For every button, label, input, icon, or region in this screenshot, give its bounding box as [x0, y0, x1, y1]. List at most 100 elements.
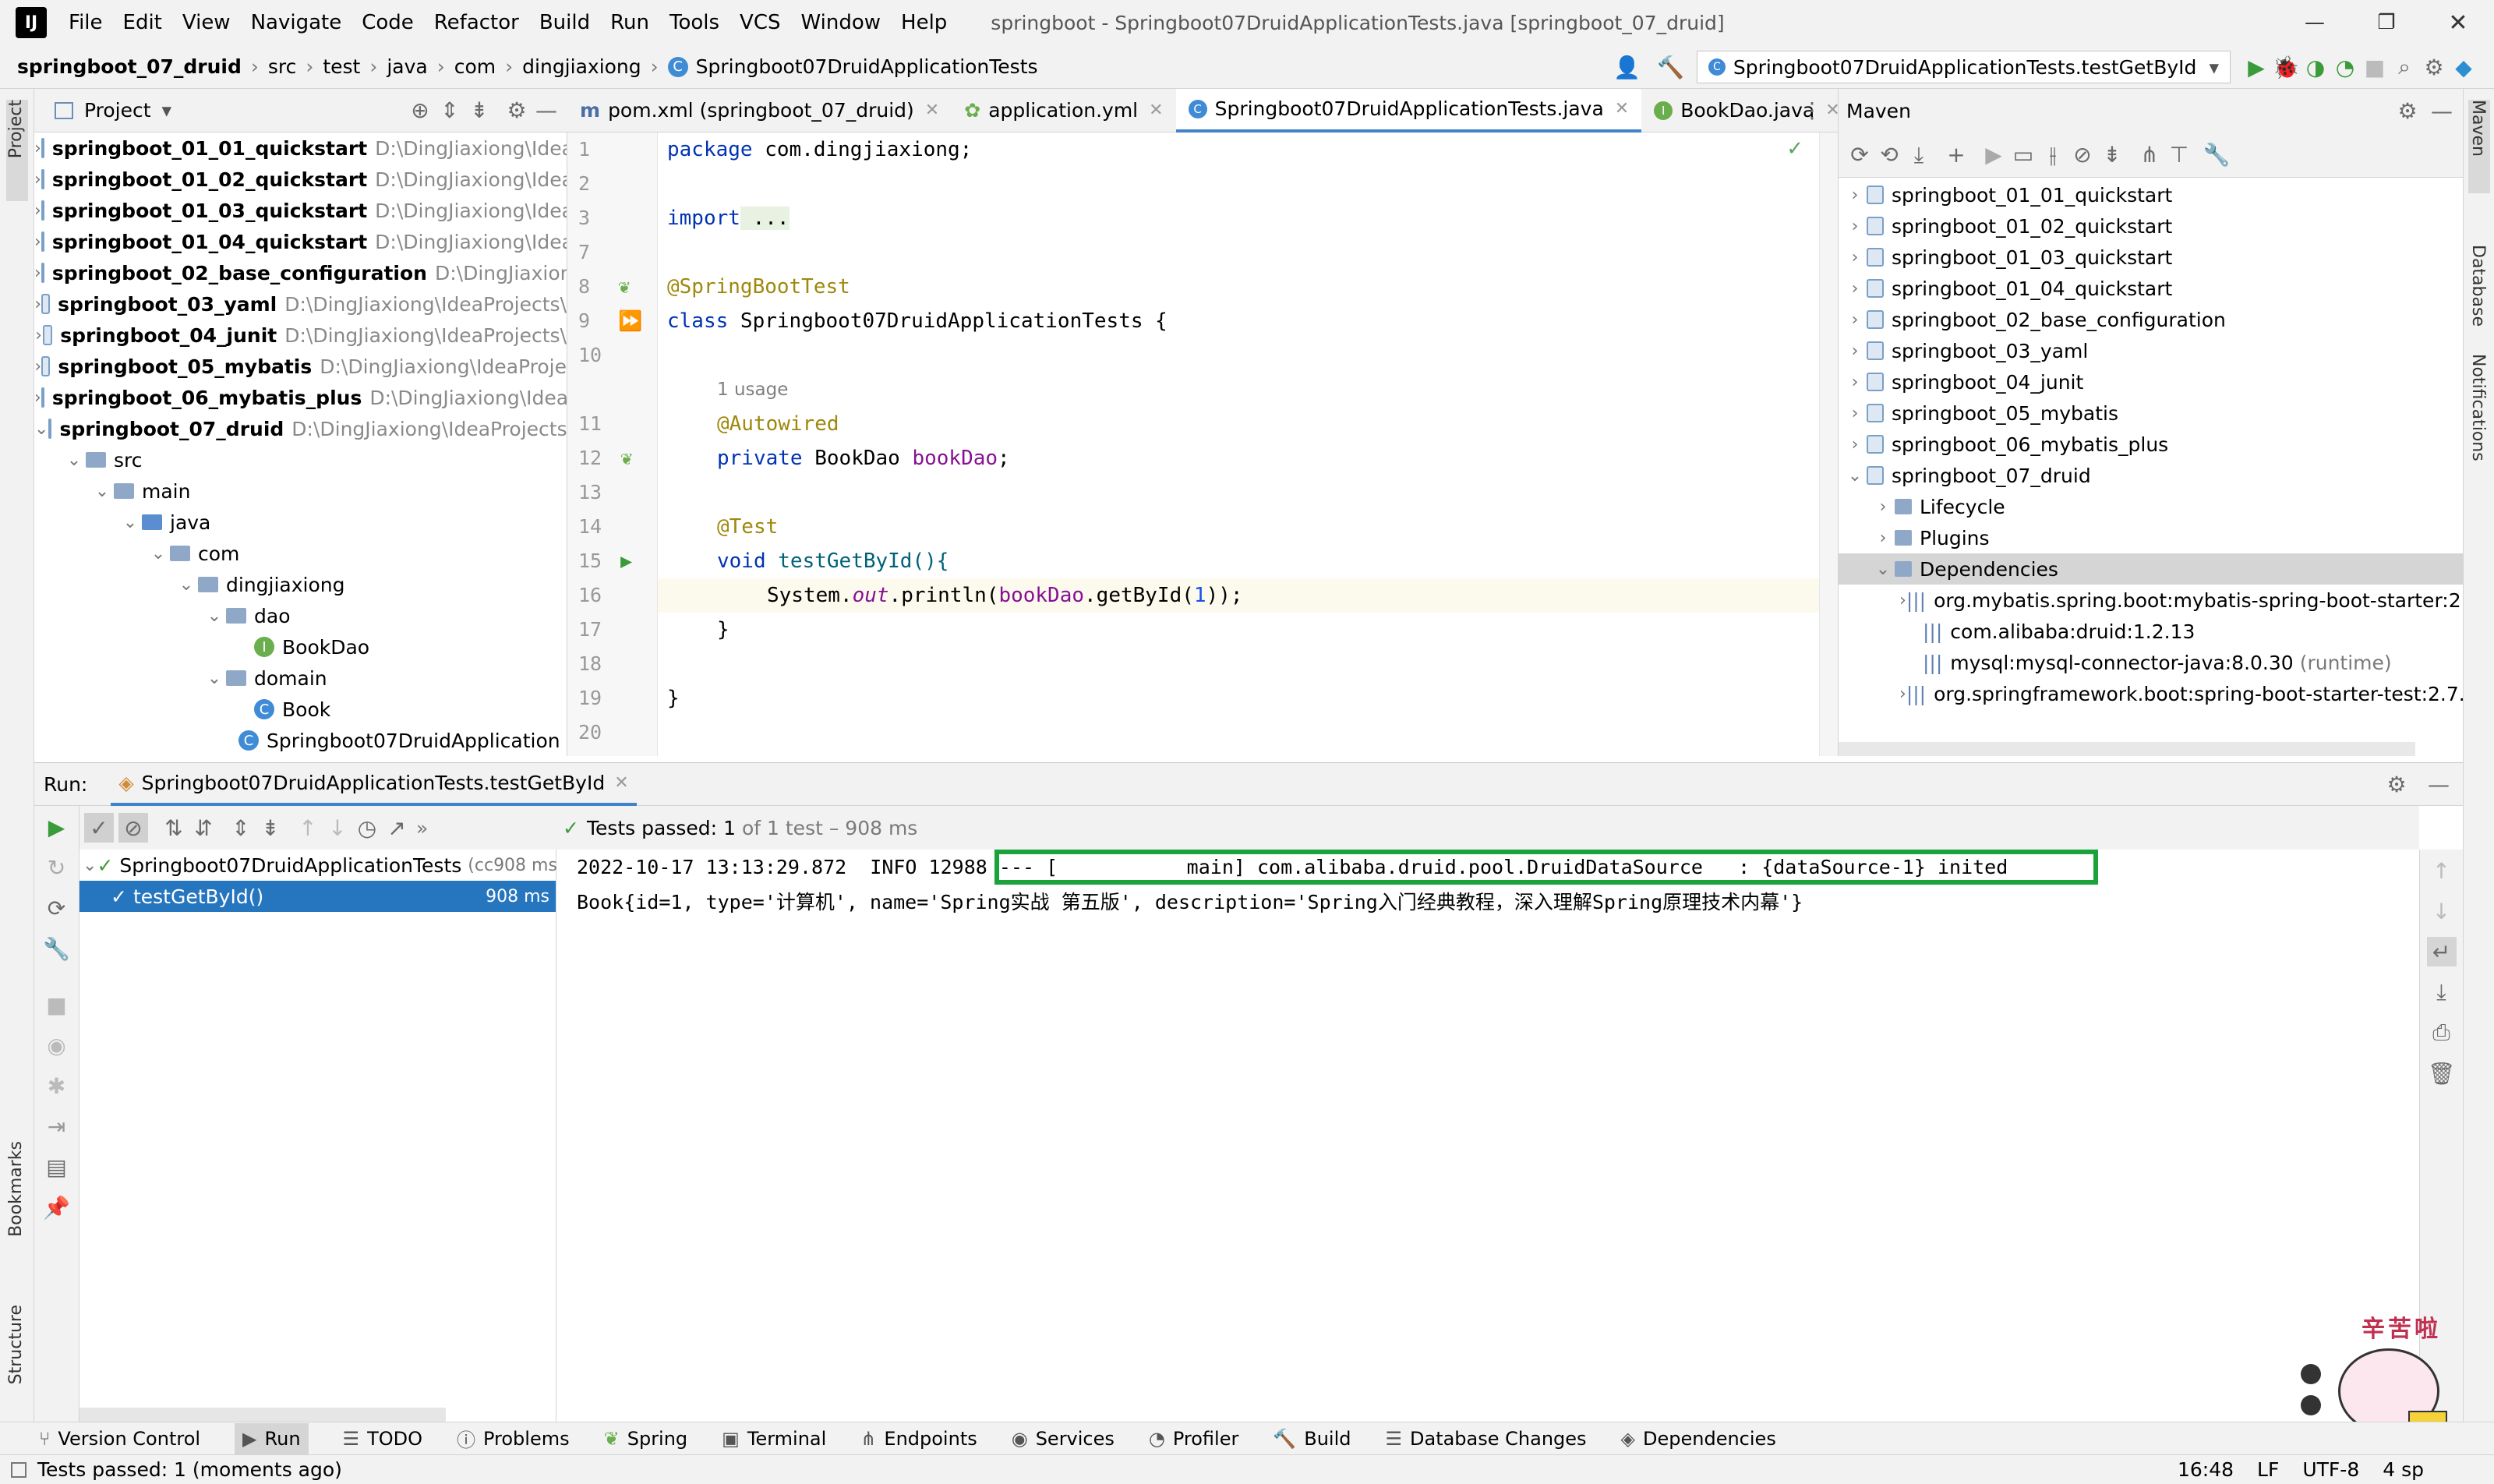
- tree-item-book[interactable]: C Book: [34, 694, 567, 725]
- structure-tool-button[interactable]: Structure: [6, 1305, 26, 1389]
- run-icon[interactable]: ▶: [1979, 140, 2008, 170]
- tool-endpoints[interactable]: ⋔ Endpoints: [860, 1428, 977, 1450]
- menu-build[interactable]: Build: [539, 11, 590, 34]
- menu-code[interactable]: Code: [362, 11, 414, 34]
- tree-item-module[interactable]: › springboot_04_junit D:\DingJiaxiong\Idea…: [34, 320, 567, 351]
- menu-tools[interactable]: Tools: [669, 11, 719, 34]
- history-icon[interactable]: ◷: [352, 813, 382, 843]
- menu-window[interactable]: Window: [801, 11, 881, 34]
- indent-setting[interactable]: 4 sp: [2383, 1458, 2424, 1481]
- down-arrow-icon[interactable]: ↓: [2427, 896, 2457, 926]
- breadcrumb-test[interactable]: test: [323, 55, 360, 78]
- soft-wrap-icon[interactable]: ↵: [2426, 937, 2457, 966]
- tab-pom-xml[interactable]: m pom.xml (springboot_07_druid) ✕: [567, 89, 952, 132]
- trash-icon[interactable]: 🗑: [2427, 1058, 2457, 1088]
- tab-tests-java[interactable]: C Springboot07DruidApplicationTests.java ✕: [1175, 88, 1642, 132]
- usage-hint[interactable]: 1 usage: [658, 373, 1819, 407]
- rerun-failed-icon[interactable]: ↻: [42, 853, 72, 882]
- maven-project-item[interactable]: › springboot_01_04_quickstart: [1839, 273, 2463, 304]
- project-panel-title[interactable]: Project: [84, 99, 151, 122]
- tree-item-application[interactable]: C Springboot07DruidApplication: [34, 725, 567, 756]
- tree-item-main[interactable]: ⌄ main: [34, 475, 567, 507]
- debug-icon[interactable]: ✱: [42, 1071, 72, 1101]
- breadcrumb-dingjiaxiong[interactable]: dingjiaxiong: [522, 55, 641, 78]
- toggle-offline-icon[interactable]: ⫲: [2038, 140, 2068, 170]
- hide-panel-icon[interactable]: —: [2424, 769, 2453, 799]
- breadcrumb-java[interactable]: java: [387, 55, 427, 78]
- maven-dependency-item[interactable]: › ||| org.mybatis.spring.boot:mybatis-spri…: [1839, 585, 2463, 616]
- sort-alpha-icon[interactable]: ⇅: [159, 813, 189, 843]
- sort-duration-icon[interactable]: ⇵: [189, 813, 218, 843]
- show-ignored-icon[interactable]: ⊘: [118, 813, 148, 843]
- expand-all-icon[interactable]: ⇕: [226, 813, 256, 843]
- tool-problems[interactable]: ⓘ Problems: [457, 1425, 570, 1452]
- folded-imports[interactable]: ...: [740, 207, 790, 230]
- chevron-down-icon[interactable]: ▾: [162, 99, 172, 122]
- database-tool-button[interactable]: Database: [2468, 245, 2488, 331]
- tree-item-src[interactable]: ⌄ src: [34, 444, 567, 475]
- spring-bean-icon[interactable]: ❦: [618, 270, 630, 304]
- test-suite-row[interactable]: ⌄ ✓ Springboot07DruidApplicationTests (cc…: [79, 850, 557, 881]
- line-separator[interactable]: LF: [2257, 1458, 2279, 1481]
- maven-dependency-item[interactable]: ||| com.alibaba:druid:1.2.13: [1839, 616, 2463, 647]
- menu-help[interactable]: Help: [901, 11, 947, 34]
- tree-item-dingjiaxiong[interactable]: ⌄ dingjiaxiong: [34, 569, 567, 600]
- tree-item-module[interactable]: › springboot_01_02_quickstart D:\DingJiaxi…: [34, 164, 567, 195]
- close-tab-icon[interactable]: ✕: [925, 101, 939, 120]
- tree-item-module[interactable]: › springboot_01_01_quickstart D:\DingJiaxi…: [34, 132, 567, 164]
- wrench-icon[interactable]: 🔧: [42, 934, 72, 963]
- maven-project-item[interactable]: › springboot_01_01_quickstart: [1839, 179, 2463, 210]
- notifications-tool-button[interactable]: Notifications: [2468, 354, 2488, 466]
- hide-panel-icon[interactable]: —: [532, 96, 561, 125]
- project-tool-button[interactable]: Project: [6, 100, 28, 201]
- maven-project-item[interactable]: › springboot_06_mybatis_plus: [1839, 429, 2463, 460]
- execute-goal-icon[interactable]: ▭: [2008, 140, 2038, 170]
- add-icon[interactable]: +: [1941, 140, 1971, 170]
- tool-services[interactable]: ◉ Services: [1012, 1428, 1115, 1450]
- tool-spring[interactable]: ❦ Spring: [604, 1428, 688, 1450]
- run-tab[interactable]: ◈ Springboot07DruidApplicationTests.test…: [111, 762, 637, 806]
- menu-edit[interactable]: Edit: [123, 11, 162, 34]
- reload-icon[interactable]: ⟳: [1845, 140, 1874, 170]
- maven-project-item[interactable]: › springboot_03_yaml: [1839, 335, 2463, 366]
- export-icon[interactable]: ↗: [382, 813, 412, 843]
- minimize-icon[interactable]: —: [2279, 8, 2351, 37]
- previous-icon[interactable]: ↑: [293, 813, 323, 843]
- run-config-select[interactable]: C Springboot07DruidApplicationTests.test…: [1696, 51, 2231, 83]
- tree-item-dao[interactable]: ⌄ dao: [34, 600, 567, 631]
- menu-file[interactable]: File: [69, 11, 103, 34]
- menu-navigate[interactable]: Navigate: [251, 11, 342, 34]
- rerun-icon[interactable]: ▶: [42, 812, 72, 842]
- analyze-icon[interactable]: ⊤: [2164, 140, 2194, 170]
- caret-position[interactable]: 16:48: [2178, 1458, 2234, 1481]
- autowired-bean-icon[interactable]: ❦: [620, 441, 632, 475]
- tree-item-module[interactable]: › springboot_03_yaml D:\DingJiaxiong\IdeaP…: [34, 288, 567, 320]
- close-tab-icon[interactable]: ✕: [1615, 99, 1629, 118]
- breadcrumb-com[interactable]: com: [454, 55, 496, 78]
- build-hammer-icon[interactable]: 🔨: [1656, 52, 1686, 82]
- tree-item-module-expanded[interactable]: ⌄ springboot_07_druid D:\DingJiaxiong\Idea…: [34, 413, 567, 444]
- profile-icon[interactable]: ◔: [2330, 52, 2360, 82]
- settings-gear-icon[interactable]: ⚙: [2382, 769, 2411, 799]
- next-icon[interactable]: ↓: [323, 813, 352, 843]
- show-dependencies-icon[interactable]: ⋔: [2135, 140, 2164, 170]
- plugin-icon[interactable]: ◆: [2449, 52, 2478, 82]
- breadcrumb-class[interactable]: Springboot07DruidApplicationTests: [696, 55, 1038, 78]
- tree-item-domain[interactable]: ⌄ domain: [34, 662, 567, 694]
- more-tabs-icon[interactable]: ⋮: [1797, 96, 1827, 125]
- maven-project-item[interactable]: › springboot_05_mybatis: [1839, 398, 2463, 429]
- tree-item-bookdao[interactable]: I BookDao: [34, 631, 567, 662]
- collapse-all-icon[interactable]: ⇟: [465, 96, 494, 125]
- maven-project-item[interactable]: › springboot_01_03_quickstart: [1839, 242, 2463, 273]
- user-icon[interactable]: 👤: [1613, 52, 1642, 82]
- search-icon[interactable]: ⌕: [2390, 52, 2419, 82]
- tool-build[interactable]: 🔨 Build: [1273, 1428, 1351, 1450]
- maven-plugins-item[interactable]: › Plugins: [1839, 522, 2463, 553]
- menu-refactor[interactable]: Refactor: [434, 11, 519, 34]
- scroll-to-end-icon[interactable]: ⤓: [2427, 977, 2457, 1007]
- code-editor[interactable]: package com.dingjiaxiong; import ... @Sp…: [658, 132, 1819, 756]
- tool-dependencies[interactable]: ◈ Dependencies: [1621, 1428, 1776, 1450]
- bookmarks-tool-button[interactable]: Bookmarks: [6, 1141, 26, 1242]
- stop-icon[interactable]: ■: [2360, 52, 2390, 82]
- coverage-icon[interactable]: ◑: [2301, 52, 2330, 82]
